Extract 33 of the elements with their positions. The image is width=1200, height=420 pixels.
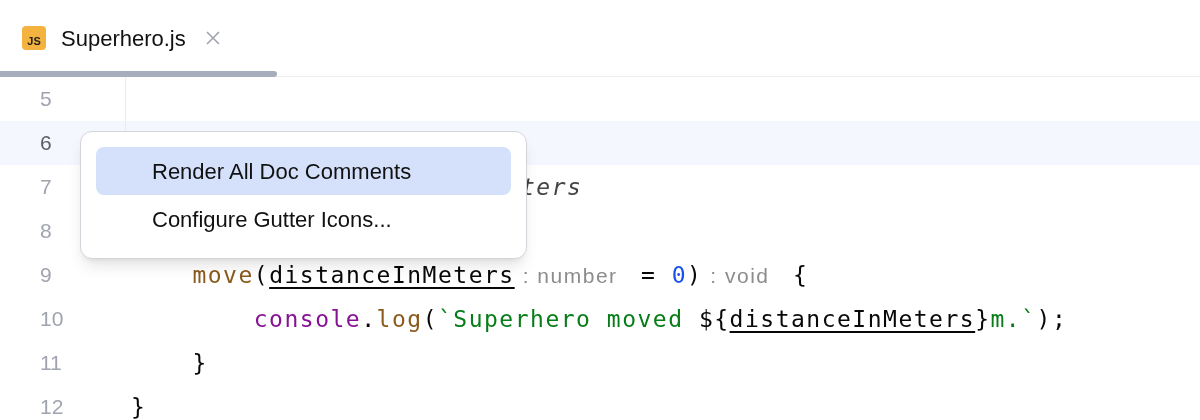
type-hint: : number — [522, 263, 618, 287]
close-icon[interactable] — [205, 31, 220, 45]
line-number: 12 — [40, 394, 64, 420]
code-token: `Superhero moved — [438, 306, 685, 332]
code-token: { — [791, 261, 809, 288]
code-token: console — [252, 306, 362, 332]
code-token: ${ — [698, 306, 730, 332]
tab-label: Superhero.js — [61, 24, 186, 53]
line-number: 6 — [40, 130, 52, 157]
line-number: 11 — [40, 350, 62, 377]
line-number: 7 — [40, 174, 52, 201]
line-number: 5 — [40, 86, 52, 113]
line-number: 10 — [40, 306, 64, 333]
line-number: 9 — [40, 262, 52, 289]
type-hint: : void — [710, 263, 770, 287]
line-number: 8 — [40, 218, 52, 245]
code-token: } — [131, 394, 147, 420]
code-token: move — [191, 261, 254, 288]
menu-item[interactable]: Render All Doc Comments — [96, 147, 511, 195]
code-token: ( — [422, 306, 438, 332]
code-token: distanceInMeters — [269, 261, 515, 288]
code-token: distanceInMeters — [729, 306, 976, 332]
code-token: m.` — [990, 306, 1037, 332]
code-token: ); — [1036, 306, 1068, 332]
code-token: } — [191, 350, 208, 376]
code-token: .log — [361, 306, 423, 332]
code-token: } — [975, 306, 991, 332]
javascript-file-icon: JS — [22, 26, 46, 50]
code-token: 0 — [671, 261, 687, 288]
menu-item[interactable]: Configure Gutter Icons... — [96, 195, 511, 243]
code-token: ) — [687, 261, 703, 288]
code-token: = — [639, 261, 658, 288]
code-token: ( — [253, 261, 270, 288]
